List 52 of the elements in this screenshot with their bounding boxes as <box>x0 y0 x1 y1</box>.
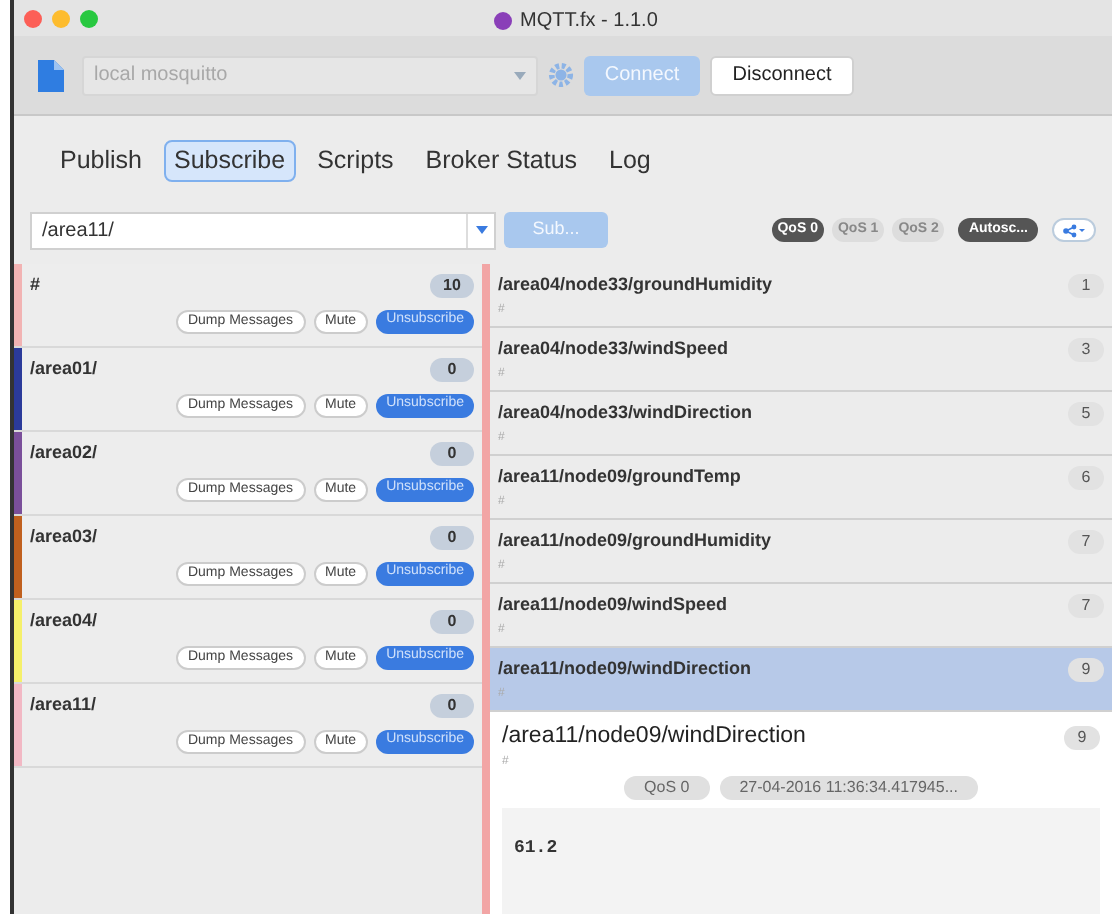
message-count: 5 <box>1068 401 1104 426</box>
tab[interactable]: Log <box>599 139 661 181</box>
message-count: 7 <box>1068 593 1104 618</box>
message-topic: /area04/node33/groundHumidity <box>498 272 773 298</box>
tab[interactable]: Broker Status <box>415 139 588 181</box>
message-topic: /area04/node33/windDirection <box>498 400 753 426</box>
subscription-topic: /area04/ <box>30 608 98 634</box>
message-count: 6 <box>1068 465 1104 490</box>
subscription-topic: /area03/ <box>30 524 98 550</box>
message-count: 0 <box>430 525 474 550</box>
close-icon[interactable] <box>24 9 42 27</box>
message-count: 0 <box>430 441 474 466</box>
caret-icon <box>514 71 526 79</box>
app-icon <box>494 12 512 30</box>
message-count: 0 <box>430 357 474 382</box>
detail-topic: /area11/node09/windDirection <box>502 722 806 752</box>
message-count: 0 <box>430 609 474 634</box>
dropdown-toggle[interactable] <box>466 213 494 247</box>
message-count: 0 <box>430 693 474 718</box>
window-title: MQTT.fx - 1.1.0 <box>520 8 658 36</box>
share-icon <box>1062 223 1086 237</box>
settings-icon[interactable] <box>548 62 574 88</box>
subscription-topic: /area02/ <box>30 440 98 466</box>
message-count: 7 <box>1068 529 1104 554</box>
message-topic: /area04/node33/windSpeed <box>498 336 729 362</box>
tab[interactable]: Publish <box>50 139 152 181</box>
subscription-topic: # <box>30 272 41 298</box>
maximize-icon[interactable] <box>80 9 98 27</box>
tab[interactable]: Scripts <box>307 139 404 181</box>
message-topic: /area11/node09/windDirection <box>498 656 752 682</box>
qos-badge: QoS 0 <box>624 776 710 801</box>
document-icon[interactable] <box>38 58 64 92</box>
timestamp-badge: 27-04-2016 11:36:34.417945... <box>719 776 978 801</box>
minimize-icon[interactable] <box>52 9 70 27</box>
subscription-topic: /area11/ <box>30 692 97 718</box>
payload-text: 61.2 <box>514 838 558 859</box>
options-button[interactable] <box>1052 218 1096 242</box>
topic-field[interactable]: /area11/ <box>30 211 496 249</box>
subscription-topic: /area01/ <box>30 356 98 382</box>
caret-icon <box>475 226 487 234</box>
disconnect-button[interactable]: Disconnect <box>710 55 854 95</box>
message-topic: /area11/node09/groundTemp <box>498 464 741 490</box>
message-topic: /area11/node09/groundHumidity <box>498 528 772 554</box>
tab[interactable]: Subscribe <box>164 139 296 181</box>
message-count: 9 <box>1068 657 1104 682</box>
payload-area[interactable]: 61.2 <box>502 808 1100 914</box>
message-count: 9 <box>1064 725 1100 750</box>
profile-placeholder: local mosquitto <box>94 62 228 90</box>
message-topic: /area11/node09/windSpeed <box>498 592 728 618</box>
message-count: 10 <box>430 273 474 298</box>
message-count: 3 <box>1068 337 1104 362</box>
message-count: 1 <box>1068 273 1104 298</box>
